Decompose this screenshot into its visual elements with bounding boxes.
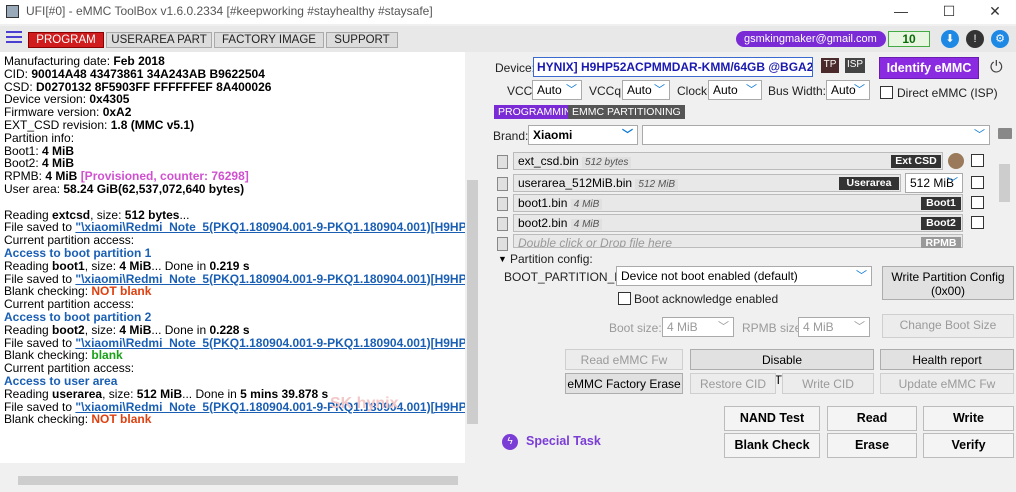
subtab-emmc-partitioning[interactable]: EMMC PARTITIONING bbox=[568, 105, 685, 119]
tab-factory-image[interactable]: FACTORY IMAGE bbox=[214, 32, 324, 48]
chevron-down-icon: ﹀ bbox=[622, 129, 633, 141]
boot2-checkbox[interactable] bbox=[971, 216, 984, 229]
rpmb-file-drop-field[interactable]: Double click or Drop file here bbox=[513, 234, 963, 248]
special-task-link[interactable]: Special Task bbox=[526, 434, 601, 448]
chevron-down-icon: ﹀ bbox=[718, 321, 729, 333]
chevron-down-icon: ﹀ bbox=[856, 270, 867, 282]
file-list-scroll-thumb[interactable] bbox=[999, 164, 1010, 202]
file-icon bbox=[497, 217, 508, 231]
file-icon bbox=[497, 155, 508, 169]
emmc-factory-erase-button[interactable]: eMMC Factory Erase bbox=[565, 373, 683, 394]
chevron-down-icon: ﹀ bbox=[974, 129, 985, 141]
device-field[interactable]: HYNIX] H9HP52ACPMMDAR-KMM/64GB @BGA254 bbox=[533, 57, 813, 77]
ext-csd-checkbox[interactable] bbox=[971, 154, 984, 167]
read-button[interactable]: Read bbox=[827, 406, 917, 431]
vccq-label: VCCq: bbox=[589, 84, 625, 98]
write-partition-config-button[interactable]: Write Partition Config (0x00) bbox=[882, 266, 1014, 300]
tp-badge[interactable]: TP bbox=[821, 58, 839, 73]
boot-ack-checkbox[interactable] bbox=[618, 292, 631, 305]
tab-userarea-part[interactable]: USERAREA PART bbox=[106, 32, 212, 48]
direct-emmc-checkbox[interactable] bbox=[880, 86, 893, 99]
chevron-down-icon: ﹀ bbox=[854, 321, 865, 333]
log-vertical-scroll-thumb[interactable] bbox=[467, 180, 478, 424]
bus-width-label: Bus Width: bbox=[768, 84, 827, 98]
bus-width-select[interactable]: Auto ﹀ bbox=[826, 80, 870, 100]
change-boot-size-button[interactable]: Change Boot Size bbox=[882, 314, 1014, 338]
boot-size-label: Boot size: bbox=[609, 321, 662, 335]
file-icon bbox=[497, 177, 508, 191]
maximize-button[interactable]: ☐ bbox=[926, 0, 972, 24]
vcc-select[interactable]: Auto ﹀ bbox=[532, 80, 582, 100]
chevron-down-icon: ﹀ bbox=[746, 84, 757, 96]
vccq-select[interactable]: Auto ﹀ bbox=[622, 80, 670, 100]
folder-icon[interactable] bbox=[998, 128, 1012, 139]
restore-cid-button[interactable]: Restore CID bbox=[690, 373, 776, 394]
hynix-watermark-logo: SK hynix bbox=[330, 395, 399, 412]
write-button[interactable]: Write bbox=[923, 406, 1014, 431]
log-horizontal-scroll-thumb-2[interactable] bbox=[18, 476, 458, 485]
rpmb-size-label: RPMB size: bbox=[742, 321, 805, 335]
isp-badge[interactable]: ISP bbox=[845, 58, 865, 73]
stamp-icon[interactable] bbox=[948, 153, 964, 169]
menu-icon[interactable] bbox=[6, 31, 22, 44]
ext-csd-file-field[interactable]: ext_csd.bin 512 bytes bbox=[513, 152, 943, 170]
model-select[interactable]: ﹀ bbox=[642, 125, 990, 145]
boot2-file-field[interactable]: boot2.bin 4 MiB bbox=[513, 214, 963, 232]
chevron-down-icon: ﹀ bbox=[947, 177, 958, 189]
update-emmc-fw-button[interactable]: Update eMMC Fw bbox=[880, 373, 1014, 394]
boot-size-select[interactable]: 4 MiB ﹀ bbox=[662, 317, 734, 337]
disable-perm-write-protect-button[interactable]: Disable PERM_WRITE_PROTECT bbox=[690, 349, 874, 387]
boot-ack-label: Boot acknowledge enabled bbox=[634, 292, 779, 306]
brand-select[interactable]: Xiaomi ﹀ bbox=[528, 125, 638, 145]
rpmb-tag: RPMB bbox=[921, 237, 961, 249]
identify-emmc-button[interactable]: Identify eMMC bbox=[879, 57, 979, 79]
write-cid-button[interactable]: Write CID bbox=[782, 373, 874, 394]
boot-partition-en-label: BOOT_PARTITION_EN bbox=[504, 270, 631, 284]
userarea-size-select[interactable]: 512 MiB ﹀ bbox=[905, 173, 963, 193]
boot-partition-en-select[interactable]: Device not boot enabled (default) ﹀ bbox=[616, 266, 872, 286]
user-account-badge[interactable]: gsmkingmaker@gmail.com bbox=[736, 31, 886, 47]
file-icon bbox=[497, 197, 508, 211]
health-report-button[interactable]: Health report bbox=[880, 349, 1014, 370]
minimize-button[interactable]: — bbox=[878, 0, 924, 24]
saved-path-link[interactable]: "\xiaomi\Redmi_Note_5(PKQ1.180904.001-9-… bbox=[75, 336, 465, 350]
credit-counter: 10 bbox=[888, 31, 930, 47]
collapse-triangle-icon[interactable]: ▼ bbox=[498, 254, 507, 264]
info-icon[interactable]: ! bbox=[966, 30, 984, 48]
userarea-tag: Userarea bbox=[839, 177, 899, 190]
erase-button[interactable]: Erase bbox=[827, 433, 917, 458]
power-icon[interactable]: ⏻ bbox=[990, 59, 1003, 77]
chevron-down-icon: ﹀ bbox=[566, 84, 577, 96]
boot1-file-field[interactable]: boot1.bin 4 MiB bbox=[513, 194, 963, 212]
device-label: Device: bbox=[495, 61, 536, 75]
app-icon bbox=[6, 5, 19, 18]
clock-label: Clock: bbox=[677, 84, 711, 98]
settings-gear-icon[interactable]: ⚙ bbox=[991, 30, 1009, 48]
partition-config-title: Partition config: bbox=[510, 252, 593, 266]
tab-program[interactable]: PROGRAM bbox=[28, 32, 104, 48]
rpmb-size-select[interactable]: 4 MiB ﹀ bbox=[798, 317, 870, 337]
clock-select[interactable]: Auto ﹀ bbox=[708, 80, 762, 100]
userarea-checkbox[interactable] bbox=[971, 176, 984, 189]
boot2-tag: Boot2 bbox=[921, 217, 961, 230]
chevron-down-icon: ﹀ bbox=[854, 84, 865, 96]
file-icon bbox=[497, 237, 508, 251]
read-emmc-fw-button[interactable]: Read eMMC Fw bbox=[565, 349, 683, 370]
direct-emmc-label: Direct eMMC (ISP) bbox=[897, 86, 998, 100]
boot1-tag: Boot1 bbox=[921, 197, 961, 210]
window-title: UFI[#0] - eMMC ToolBox v1.6.0.2334 [#kee… bbox=[26, 4, 433, 18]
lightning-icon[interactable]: ϟ bbox=[502, 434, 518, 450]
brand-label: Brand: bbox=[493, 129, 529, 143]
chevron-down-icon: ﹀ bbox=[654, 84, 665, 96]
nand-test-button[interactable]: NAND Test bbox=[724, 406, 820, 431]
boot1-checkbox[interactable] bbox=[971, 196, 984, 209]
ext-csd-tag: Ext CSD bbox=[891, 155, 941, 168]
verify-button[interactable]: Verify bbox=[923, 433, 1014, 458]
tab-support[interactable]: SUPPORT bbox=[326, 32, 398, 48]
blank-check-button[interactable]: Blank Check bbox=[724, 433, 820, 458]
download-icon[interactable]: ⬇ bbox=[941, 30, 959, 48]
close-button[interactable]: ✕ bbox=[972, 0, 1016, 24]
